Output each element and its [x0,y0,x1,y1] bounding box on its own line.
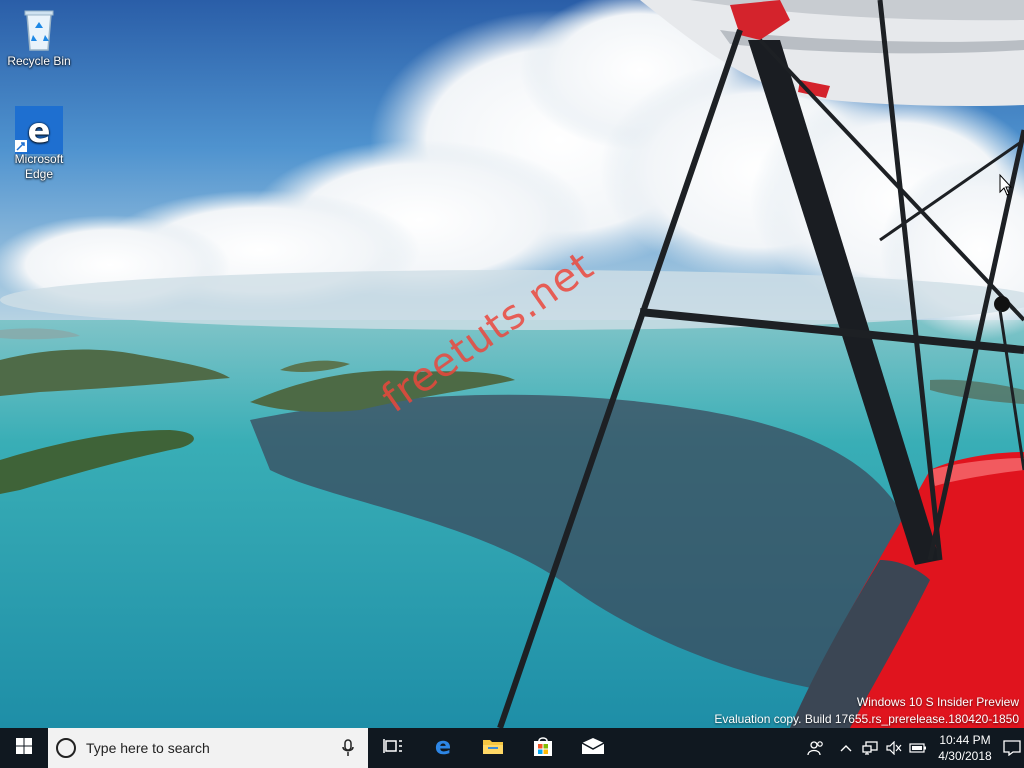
cortana-circle-icon [56,738,76,758]
clock-date: 4/30/2018 [938,749,992,763]
clock-time: 10:44 PM [939,733,991,747]
svg-text:e: e [435,735,451,757]
edge-icon: e [432,732,454,762]
taskbar-mail-button[interactable] [568,728,618,768]
start-button[interactable] [0,728,48,768]
taskbar-store-button[interactable] [518,728,568,768]
edge-icon: e [15,106,63,154]
system-tray: 10:44 PM 4/30/2018 [798,728,1024,768]
svg-text:e: e [27,111,50,151]
battery-icon[interactable] [906,728,930,768]
network-icon[interactable] [858,728,882,768]
build-watermark: Windows 10 S Insider Preview Evaluation … [714,694,1019,728]
watermark-line2: Evaluation copy. Build 17655.rs_prerelea… [714,712,1019,726]
volume-muted-icon[interactable] [882,728,906,768]
desktop-icon-label-line2: Edge [24,167,54,181]
desktop-icon-microsoft-edge[interactable]: e Microsoft Edge [4,106,74,182]
taskbar-file-explorer-button[interactable] [468,728,518,768]
windows-start-icon [16,737,32,759]
task-view-icon [383,738,403,759]
wallpaper-art [0,0,1024,728]
desktop-icon-label-line1: Microsoft [14,152,64,166]
action-center-icon[interactable] [1000,728,1024,768]
folder-icon [482,737,504,760]
taskbar-edge-button[interactable]: e [418,728,468,768]
search-placeholder: Type here to search [86,740,210,756]
taskbar: Type here to search e 10:44 PM 4/30/2018 [0,728,1024,768]
search-box[interactable]: Type here to search [48,728,368,768]
desktop-icon-label: Recycle Bin [7,54,71,68]
mail-icon [581,737,605,760]
recycle-bin-icon [15,8,63,52]
store-bag-icon [532,735,554,762]
clock[interactable]: 10:44 PM 4/30/2018 [930,732,1000,764]
desktop-wallpaper [0,0,1024,728]
people-icon[interactable] [798,728,834,768]
watermark-line1: Windows 10 S Insider Preview [856,695,1019,709]
microphone-icon[interactable] [336,739,360,757]
chevron-up-icon[interactable] [834,728,858,768]
task-view-button[interactable] [368,728,418,768]
desktop-icon-recycle-bin[interactable]: Recycle Bin [4,8,74,69]
